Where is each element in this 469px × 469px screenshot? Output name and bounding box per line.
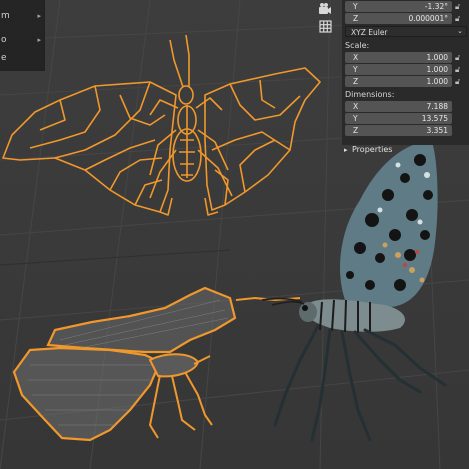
textured-butterfly[interactable]: [261, 141, 447, 442]
properties-label: Properties: [352, 145, 393, 154]
axis-label: Z: [353, 14, 359, 23]
lock-icon[interactable]: 🔓︎: [455, 65, 464, 74]
field-value: 1.000: [426, 65, 448, 74]
axis-label: X: [353, 102, 359, 111]
lock-icon[interactable]: 🔓︎: [455, 77, 464, 86]
scale-x-field[interactable]: X 1.000: [345, 52, 452, 63]
axis-label: Y: [353, 2, 358, 11]
lock-icon[interactable]: 🔓︎: [455, 53, 464, 62]
field-value: -1.32°: [424, 2, 448, 11]
menu-item[interactable]: o ▸: [0, 32, 44, 48]
dimensions-y-field[interactable]: Y 13.575: [345, 113, 452, 124]
scale-z-field[interactable]: Z 1.000: [345, 76, 452, 87]
chevron-right-icon: ▸: [37, 12, 41, 20]
scale-y-field[interactable]: Y 1.000: [345, 64, 452, 75]
dimensions-z-field[interactable]: Z 3.351: [345, 125, 452, 136]
axis-label: Y: [353, 65, 358, 74]
field-value: 1.000: [426, 53, 448, 62]
menu-item[interactable]: m ▸: [0, 8, 44, 24]
left-tool-menu: m ▸ o ▸ e: [0, 0, 45, 71]
field-value: 0.000001°: [408, 14, 448, 23]
chevron-right-icon: ▸: [37, 36, 41, 44]
field-value: 1.000: [426, 77, 448, 86]
menu-item-label: m: [1, 11, 10, 21]
axis-label: Y: [353, 114, 358, 123]
menu-item[interactable]: e: [0, 50, 44, 66]
transform-panel: Y -1.32° 🔓︎ Z 0.000001° 🔓︎ XYZ Euler ⌄ S…: [342, 0, 469, 145]
field-value: 7.188: [426, 102, 448, 111]
grid-icon[interactable]: [317, 20, 333, 36]
dimensions-x-field[interactable]: X 7.188: [345, 101, 452, 112]
field-value: 13.575: [421, 114, 448, 123]
menu-item-label: o: [1, 35, 7, 45]
scale-label: Scale:: [345, 41, 370, 50]
rotation-mode-value: XYZ Euler: [351, 28, 388, 37]
rotation-mode-select[interactable]: XYZ Euler ⌄: [345, 26, 467, 37]
field-value: 3.351: [426, 126, 448, 135]
axis-label: Z: [353, 77, 359, 86]
triangle-right-icon: ▸: [344, 146, 348, 154]
lock-icon[interactable]: 🔓︎: [455, 2, 464, 11]
wireframe-butterfly[interactable]: [2, 34, 321, 216]
rotation-z-field[interactable]: Z 0.000001°: [345, 13, 452, 24]
dimensions-label: Dimensions:: [345, 90, 395, 99]
axis-label: X: [353, 53, 359, 62]
chevron-down-icon: ⌄: [457, 27, 463, 35]
mesh-butterfly[interactable]: [12, 286, 301, 442]
camera-icon[interactable]: [317, 2, 333, 18]
lock-icon[interactable]: 🔓︎: [455, 14, 464, 23]
menu-item-label: e: [1, 53, 7, 63]
properties-panel-header[interactable]: ▸ Properties: [342, 144, 469, 156]
rotation-y-field[interactable]: Y -1.32°: [345, 1, 452, 12]
axis-label: Z: [353, 126, 359, 135]
